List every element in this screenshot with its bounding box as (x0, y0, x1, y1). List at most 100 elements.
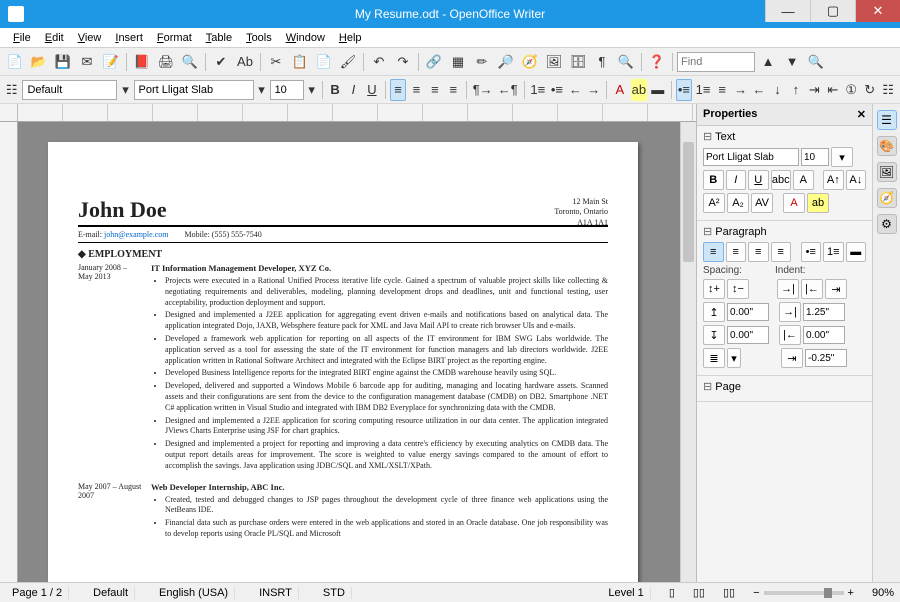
panel-bold[interactable]: B (703, 170, 724, 190)
panel-font-name[interactable] (703, 148, 799, 166)
scroll-thumb[interactable] (683, 142, 694, 262)
menu-view[interactable]: View (71, 30, 109, 46)
unsublist-button[interactable]: ⇤ (825, 79, 840, 101)
highlight-button[interactable]: ab (631, 79, 647, 101)
vertical-scrollbar[interactable] (680, 122, 696, 582)
format-paint-button[interactable]: 🖌 (337, 51, 359, 73)
line-spacing-icon[interactable]: ≣ (703, 348, 725, 368)
copy-button[interactable]: 📋 (289, 51, 311, 73)
italic-button[interactable]: I (346, 79, 361, 101)
panel-italic[interactable]: I (726, 170, 747, 190)
bullet-list-button[interactable]: •≡ (549, 79, 564, 101)
zoom-slider[interactable]: −+ (753, 587, 854, 599)
open-button[interactable]: 📂 (28, 51, 50, 73)
menu-edit[interactable]: Edit (38, 30, 71, 46)
panel-close-icon[interactable]: ✕ (857, 108, 866, 121)
menu-window[interactable]: Window (279, 30, 332, 46)
status-insert[interactable]: INSRT (253, 587, 299, 599)
status-zoom[interactable]: 90% (872, 587, 894, 599)
rail-navigator-icon[interactable]: 🧭 (877, 188, 897, 208)
grow-font[interactable]: A↑ (823, 170, 844, 190)
status-page[interactable]: Page 1 / 2 (6, 587, 69, 599)
find-dlg-button[interactable]: 🔍 (805, 51, 827, 73)
bullets-dlg-button[interactable]: ☷ (880, 79, 895, 101)
find-next-button[interactable]: ▼ (781, 51, 803, 73)
panel-bullets[interactable]: •≡ (801, 242, 822, 262)
number-list-button[interactable]: 1≡ (529, 79, 546, 101)
save-button[interactable]: 💾 (52, 51, 74, 73)
panel-numbers[interactable]: 1≡ (823, 242, 844, 262)
rail-properties-icon[interactable]: ☰ (877, 110, 897, 130)
size-dropdown[interactable]: ▾ (307, 79, 317, 101)
space-above[interactable] (727, 303, 769, 321)
close-button[interactable]: ✕ (855, 0, 900, 22)
undo-button[interactable]: ↶ (368, 51, 390, 73)
find-button[interactable]: 🔎 (495, 51, 517, 73)
dec-indent[interactable]: |← (801, 279, 823, 299)
inc-indent[interactable]: →| (777, 279, 799, 299)
new-doc-button[interactable]: 📄 (4, 51, 26, 73)
align-left-button[interactable]: ≡ (390, 79, 405, 101)
menu-table[interactable]: Table (199, 30, 239, 46)
view-book-icon[interactable]: ▯▯ (723, 586, 735, 599)
panel-align-right[interactable]: ≡ (748, 242, 769, 262)
move-down-button[interactable]: ↓ (770, 79, 785, 101)
show-draw-button[interactable]: ✏ (471, 51, 493, 73)
horizontal-ruler[interactable] (0, 104, 696, 122)
page-section-label[interactable]: Page (703, 380, 866, 393)
promote-button[interactable]: ← (751, 79, 766, 101)
rail-functions-icon[interactable]: ⚙ (877, 214, 897, 234)
demote-button[interactable]: → (733, 79, 748, 101)
export-pdf-button[interactable]: 📕 (131, 51, 153, 73)
print-button[interactable]: 🖨 (155, 51, 177, 73)
styles-button[interactable]: ☷ (4, 79, 19, 101)
underline-button[interactable]: U (364, 79, 379, 101)
bgcolor-button[interactable]: ▬ (650, 79, 665, 101)
spellcheck-button[interactable]: ✔ (210, 51, 232, 73)
indent-firstline[interactable] (805, 349, 847, 367)
rail-gallery-icon[interactable]: 🖼 (877, 162, 897, 182)
panel-align-justify[interactable]: ≡ (771, 242, 792, 262)
outdent-button[interactable]: ← (568, 79, 583, 101)
panel-highlight[interactable]: ab (807, 193, 829, 213)
find-field[interactable] (677, 52, 755, 72)
font-name-field[interactable] (134, 80, 254, 100)
vertical-ruler[interactable] (0, 122, 18, 582)
line-spacing-drop[interactable]: ▾ (727, 348, 741, 368)
navigator-button[interactable]: 🧭 (519, 51, 541, 73)
help-button[interactable]: ❓ (646, 51, 668, 73)
panel-font-size[interactable] (801, 148, 829, 166)
panel-align-center[interactable]: ≡ (726, 242, 747, 262)
indent-after[interactable] (803, 326, 845, 344)
inc-spacing[interactable]: ↕+ (703, 279, 725, 299)
gallery-button[interactable]: 🖼 (543, 51, 565, 73)
insert-num-button[interactable]: ① (844, 79, 859, 101)
panel-bgcolor[interactable]: ▬ (846, 242, 867, 262)
paragraph-style-field[interactable] (22, 80, 117, 100)
panel-shadow[interactable]: A (793, 170, 814, 190)
indent-before[interactable] (803, 303, 845, 321)
paragraph-section-label[interactable]: Paragraph (703, 225, 866, 238)
document-page[interactable]: 12 Main St Toronto, Ontario A1A 1A1 John… (48, 142, 638, 582)
autospell-button[interactable]: Ab (234, 51, 256, 73)
align-right-button[interactable]: ≡ (427, 79, 442, 101)
table-button[interactable]: ▦ (447, 51, 469, 73)
shrink-font[interactable]: A↓ (846, 170, 867, 190)
style-dropdown[interactable]: ▾ (120, 79, 130, 101)
nonprint-button[interactable]: ¶ (591, 51, 613, 73)
menu-format[interactable]: Format (150, 30, 199, 46)
redo-button[interactable]: ↷ (392, 51, 414, 73)
status-style[interactable]: Default (87, 587, 135, 599)
font-size-field[interactable] (270, 80, 304, 100)
zoom-button[interactable]: 🔍 (615, 51, 637, 73)
align-justify-button[interactable]: ≡ (446, 79, 461, 101)
view-multi-icon[interactable]: ▯▯ (693, 586, 705, 599)
space-below[interactable] (727, 326, 769, 344)
hanging-indent[interactable]: ⇥ (825, 279, 847, 299)
paste-button[interactable]: 📄 (313, 51, 335, 73)
menu-help[interactable]: Help (332, 30, 369, 46)
menu-tools[interactable]: Tools (239, 30, 279, 46)
move-up-button[interactable]: ↑ (788, 79, 803, 101)
font-size-more[interactable]: ▾ (831, 147, 853, 167)
superscript[interactable]: A² (703, 193, 725, 213)
